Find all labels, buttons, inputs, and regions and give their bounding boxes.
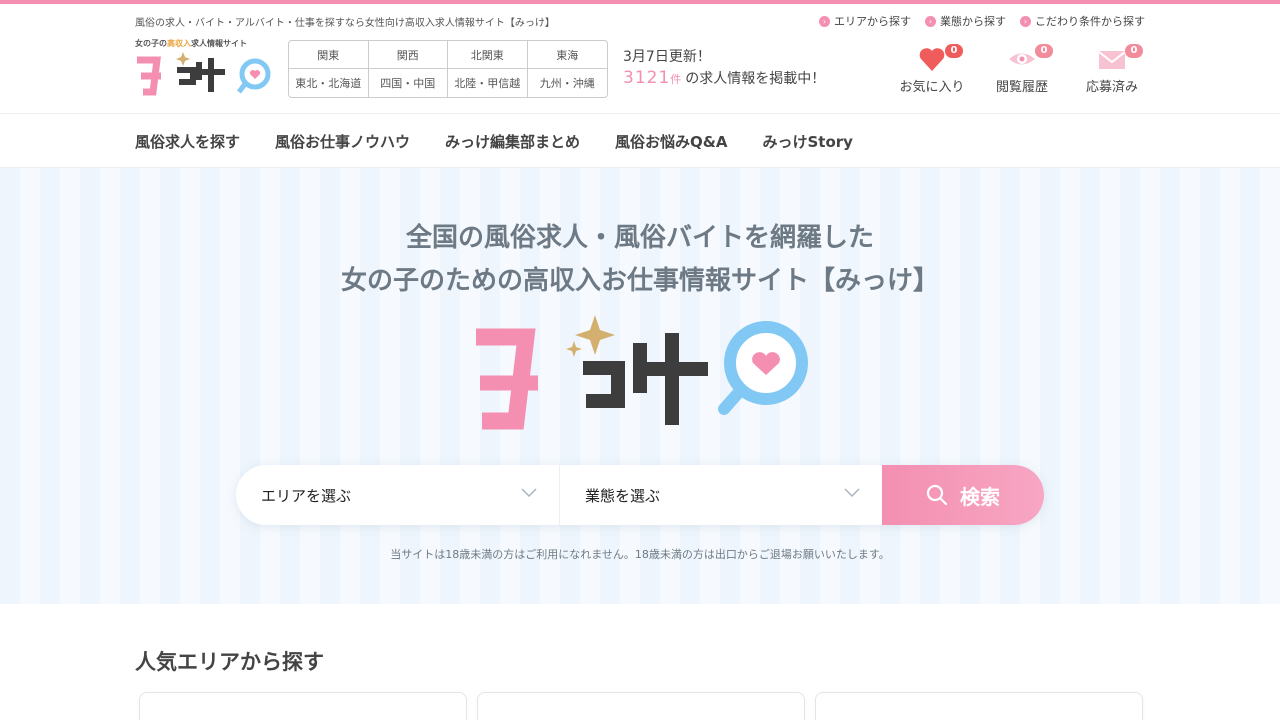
area-card[interactable]: [139, 692, 467, 720]
region-grid: 関東 関西 北関東 東海 東北・北海道 四国・中国 北陸・甲信越 九州・沖縄: [288, 40, 608, 98]
quicklink-area[interactable]: › エリアから探す: [819, 13, 911, 29]
job-count-unit: 件: [670, 73, 682, 86]
favorites-button[interactable]: 0 お気に入り: [899, 44, 965, 95]
quicklink-type[interactable]: › 業態から探す: [925, 13, 1006, 29]
applied-count-badge: 0: [1125, 44, 1143, 58]
area-select[interactable]: エリアを選ぶ: [236, 465, 559, 525]
popular-area-cards: [139, 692, 1143, 720]
search-button[interactable]: 検索: [882, 465, 1044, 525]
eye-icon: [1009, 53, 1035, 65]
nav-search-jobs[interactable]: 風俗求人を探す: [135, 131, 240, 152]
nav-qa[interactable]: 風俗お悩みQ&A: [615, 131, 727, 152]
hero-title-line1: 全国の風俗求人・風俗バイトを網羅した: [405, 223, 874, 253]
quick-links: › エリアから探す › 業態から探す › こだわり条件から探す: [819, 13, 1145, 29]
quicklink-label: エリアから探す: [834, 15, 911, 28]
update-date: 3月7日更新！: [623, 49, 711, 65]
area-select-label: エリアを選ぶ: [261, 486, 352, 505]
region-tohoku-hokkaido[interactable]: 東北・北海道: [289, 69, 369, 97]
chevron-down-icon: [521, 488, 537, 498]
search-icon: [926, 484, 948, 506]
quicklink-label: 業態から探す: [940, 15, 1006, 28]
region-kyushu-okinawa[interactable]: 九州・沖縄: [528, 69, 608, 97]
region-shikoku-chugoku[interactable]: 四国・中国: [369, 69, 448, 97]
mail-icon: [1098, 51, 1126, 69]
type-select-label: 業態を選ぶ: [585, 486, 661, 505]
heart-icon: [919, 48, 945, 71]
chevron-right-icon: ›: [925, 15, 936, 27]
area-card[interactable]: [477, 692, 805, 720]
region-kitakanto[interactable]: 北関東: [448, 41, 528, 69]
region-hokuriku-koshinetsu[interactable]: 北陸・甲信越: [448, 69, 528, 97]
age-notice: 当サイトは18歳未満の方はご利用になれません。18歳未満の方は出口からご退場お願…: [390, 548, 890, 561]
logo-sub-highlight: 高収入: [167, 39, 191, 48]
user-icons: 0 お気に入り 0 閲覧履歴 0 応募済み: [899, 44, 1145, 95]
area-card[interactable]: [815, 692, 1143, 720]
search-bar: エリアを選ぶ 業態を選ぶ 検索: [236, 465, 1044, 525]
mikke-logo-icon: [137, 52, 271, 96]
popular-areas-title: 人気エリアから探す: [135, 650, 324, 674]
history-count-badge: 0: [1035, 44, 1053, 58]
search-button-label: 検索: [960, 484, 1000, 509]
chevron-down-icon: [844, 488, 860, 498]
site-header: 風俗の求人・バイト・アルバイト・仕事を探すなら女性向け高収入求人情報サイト【みっ…: [0, 4, 1280, 114]
logo-sub-post: 求人情報サイト: [191, 39, 247, 48]
job-count: 3121件 の求人情報を掲載中！: [623, 68, 825, 88]
region-tokai[interactable]: 東海: [527, 41, 607, 69]
mikke-hero-logo-icon: [476, 315, 808, 430]
site-tagline: 風俗の求人・バイト・アルバイト・仕事を探すなら女性向け高収入求人情報サイト【みっ…: [135, 18, 555, 29]
applied-label: 応募済み: [1085, 80, 1138, 95]
favorites-label: お気に入り: [899, 80, 965, 95]
nav-editorial[interactable]: みっけ編集部まとめ: [445, 131, 580, 152]
chevron-right-icon: ›: [1020, 15, 1031, 27]
job-count-number: 3121: [623, 68, 671, 88]
applied-button[interactable]: 0 応募済み: [1079, 44, 1145, 95]
nav-story[interactable]: みっけStory: [763, 131, 853, 152]
history-label: 閲覧履歴: [995, 80, 1048, 95]
type-select[interactable]: 業態を選ぶ: [559, 465, 882, 525]
nav-knowhow[interactable]: 風俗お仕事ノウハウ: [275, 131, 410, 152]
hero-section: 全国の風俗求人・風俗バイトを網羅した 女の子のための高収入お仕事情報サイト【みっ…: [0, 168, 1280, 604]
chevron-right-icon: ›: [819, 15, 830, 27]
logo-sub-pre: 女の子の: [135, 39, 167, 48]
hero-title-line2: 女の子のための高収入お仕事情報サイト【みっけ】: [340, 266, 939, 296]
region-kanto[interactable]: 関東: [289, 41, 369, 69]
quicklink-conditions[interactable]: › こだわり条件から探す: [1020, 13, 1145, 29]
region-kansai[interactable]: 関西: [368, 41, 448, 69]
job-count-suffix: の求人情報を掲載中！: [685, 71, 826, 87]
favorites-count-badge: 0: [945, 44, 963, 58]
history-button[interactable]: 0 閲覧履歴: [989, 44, 1055, 95]
main-nav: 風俗求人を探す 風俗お仕事ノウハウ みっけ編集部まとめ 風俗お悩みQ&A みっけ…: [0, 114, 1280, 168]
site-logo[interactable]: 女の子の高収入求人情報サイト: [135, 38, 275, 96]
quicklink-label: こだわり条件から探す: [1035, 15, 1145, 28]
